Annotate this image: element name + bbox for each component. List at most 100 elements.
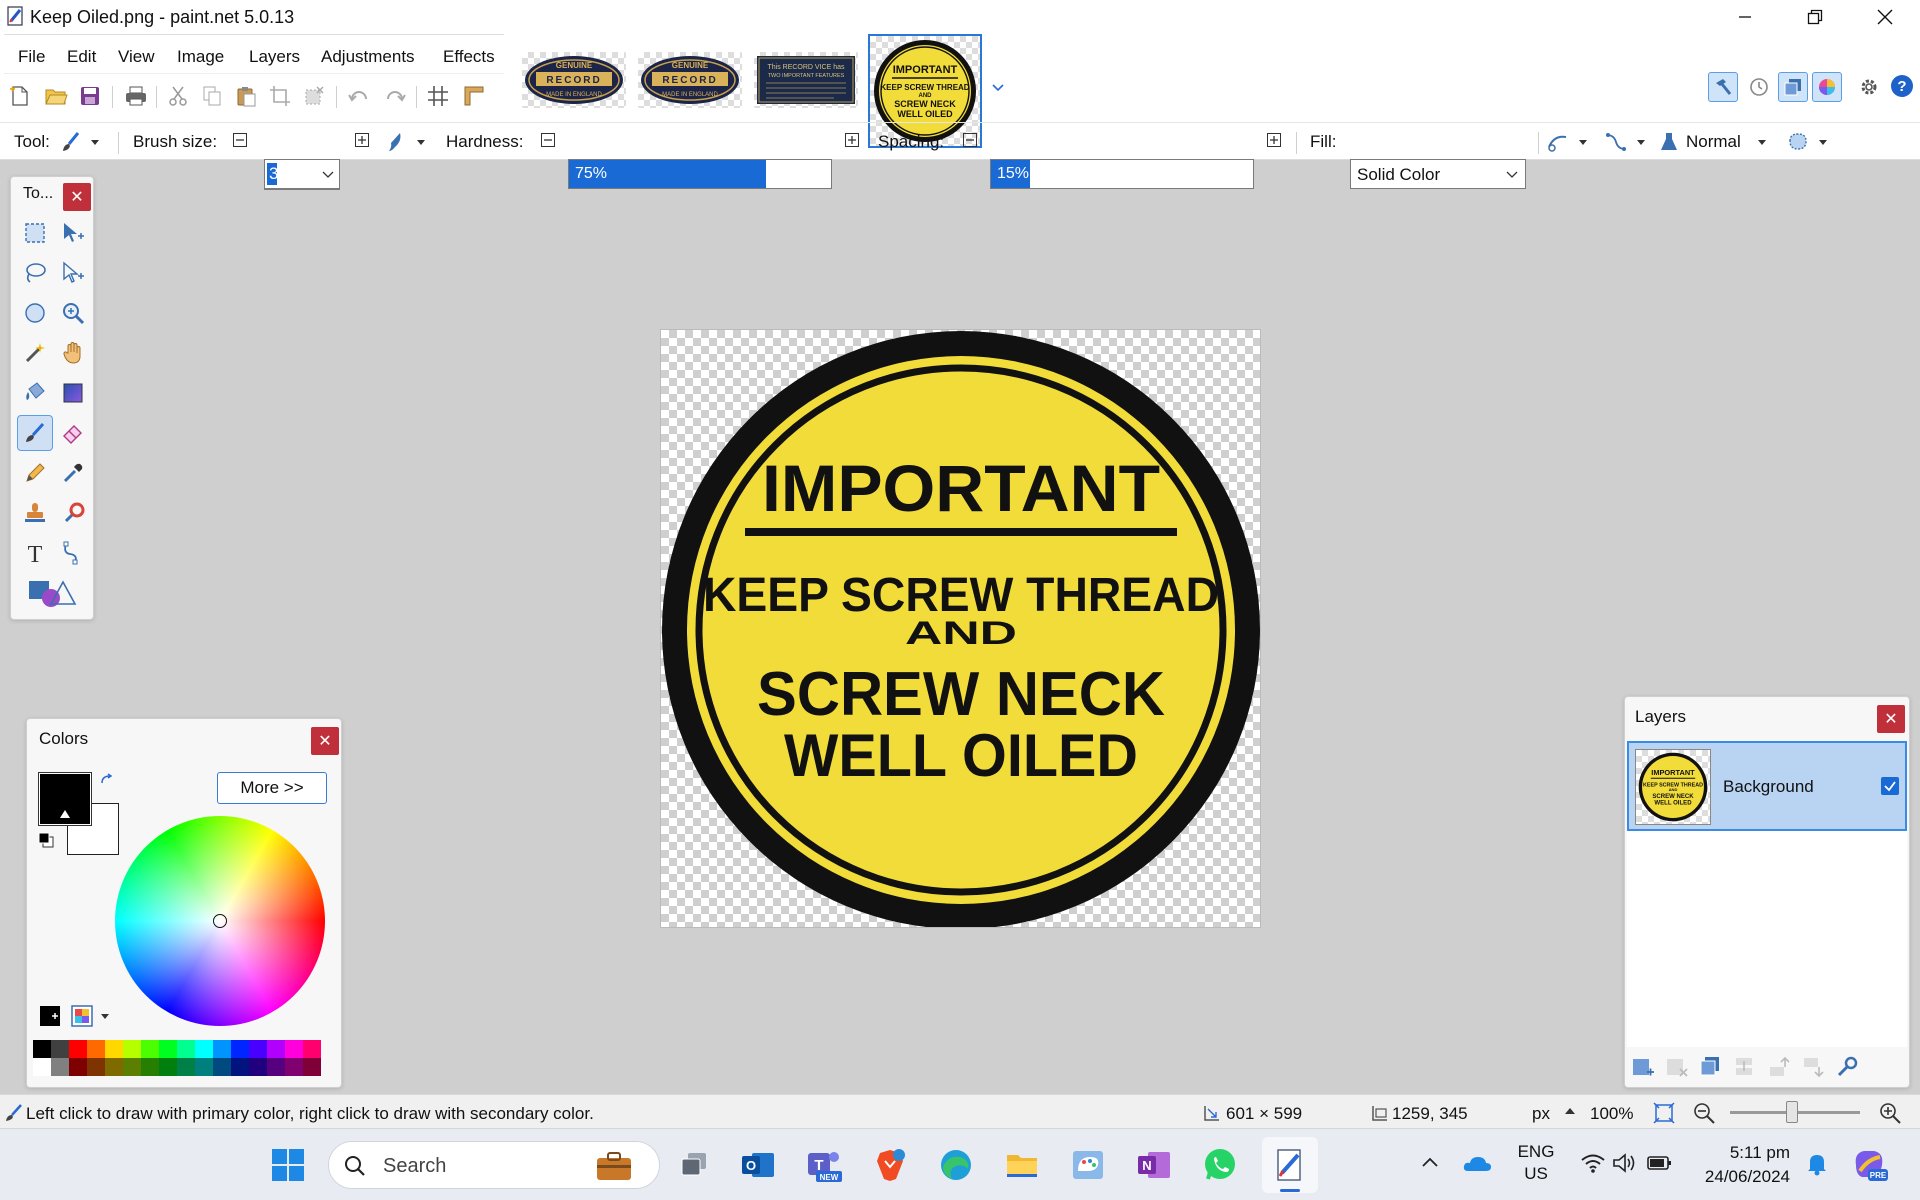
spacing-increase[interactable] xyxy=(1266,132,1282,148)
palette-swatch[interactable] xyxy=(249,1040,267,1058)
tool-eraser[interactable] xyxy=(55,415,91,451)
palette-swatch[interactable] xyxy=(69,1040,87,1058)
menu-adjustments[interactable]: Adjustments xyxy=(321,47,415,67)
palette-swatch[interactable] xyxy=(159,1040,177,1058)
tool-magic-wand[interactable] xyxy=(17,335,53,371)
tool-pan[interactable] xyxy=(55,335,91,371)
tools-window-toggle[interactable] xyxy=(1708,72,1738,102)
copy-button[interactable] xyxy=(198,82,226,110)
add-layer-icon[interactable] xyxy=(1631,1055,1655,1079)
menu-edit[interactable]: Edit xyxy=(67,47,96,67)
move-layer-down-icon[interactable] xyxy=(1801,1055,1825,1079)
layer-row[interactable]: IMPORTANT KEEP SCREW THREAD AND SCREW NE… xyxy=(1627,741,1907,831)
move-layer-up-icon[interactable] xyxy=(1767,1055,1791,1079)
tool-rectangle-select[interactable] xyxy=(17,215,53,251)
hardness-slider[interactable]: 75% xyxy=(568,159,832,189)
tool-pencil[interactable] xyxy=(17,455,53,491)
clock[interactable]: 5:11 pm 24/06/2024 xyxy=(1690,1141,1790,1189)
image-canvas[interactable]: IMPORTANT KEEP SCREW THREAD AND SCREW NE… xyxy=(660,329,1261,928)
primary-color-swatch[interactable] xyxy=(38,772,92,826)
alpha-blending-selector[interactable] xyxy=(1604,128,1654,156)
palette-swatch[interactable] xyxy=(303,1058,321,1076)
tools-panel-close-button[interactable]: ✕ xyxy=(63,183,91,211)
document-tab-keep-oiled[interactable]: IMPORTANT KEEP SCREW THREAD AND SCREW NE… xyxy=(868,34,982,148)
start-button[interactable] xyxy=(266,1143,310,1187)
menu-file[interactable]: File xyxy=(18,47,45,67)
tool-paint-bucket[interactable] xyxy=(17,375,53,411)
new-file-button[interactable] xyxy=(6,82,34,110)
palette-swatch[interactable] xyxy=(195,1040,213,1058)
language-indicator[interactable]: ENG US xyxy=(1512,1141,1560,1189)
antialiasing-selector[interactable] xyxy=(1546,128,1596,156)
palette-swatch[interactable] xyxy=(285,1040,303,1058)
hardness-increase[interactable] xyxy=(844,132,860,148)
palette-swatch[interactable] xyxy=(213,1058,231,1076)
palette-swatch[interactable] xyxy=(123,1058,141,1076)
rulers-toggle-button[interactable] xyxy=(460,82,488,110)
more-colors-button[interactable]: More >> xyxy=(217,772,327,804)
brush-size-decrease[interactable] xyxy=(232,132,248,148)
add-to-palette-button[interactable] xyxy=(39,1005,61,1027)
tool-ellipse-select[interactable] xyxy=(17,295,53,331)
palette-swatch[interactable] xyxy=(195,1058,213,1076)
reset-colors-button[interactable] xyxy=(37,831,55,849)
deselect-button[interactable] xyxy=(300,82,328,110)
tool-move-selected[interactable] xyxy=(55,255,91,291)
menu-image[interactable]: Image xyxy=(177,47,224,67)
tool-lasso-select[interactable] xyxy=(17,255,53,291)
onenote-app[interactable]: N xyxy=(1132,1143,1176,1187)
battery-tray-icon[interactable] xyxy=(1646,1151,1674,1175)
brush-type-selector[interactable] xyxy=(386,128,434,156)
settings-button[interactable] xyxy=(1854,72,1884,102)
tabs-overflow-button[interactable] xyxy=(990,80,1006,96)
palette-swatch[interactable] xyxy=(105,1058,123,1076)
palette-menu-button[interactable] xyxy=(71,1005,113,1027)
edge-browser-app[interactable] xyxy=(934,1143,978,1187)
palette-swatch[interactable] xyxy=(33,1058,51,1076)
palette-swatch[interactable] xyxy=(285,1058,303,1076)
brave-browser-app[interactable] xyxy=(868,1143,912,1187)
crop-to-selection-button[interactable] xyxy=(266,82,294,110)
merge-layer-down-icon[interactable] xyxy=(1733,1055,1757,1079)
layer-properties-icon[interactable] xyxy=(1835,1055,1859,1079)
history-window-toggle[interactable] xyxy=(1744,72,1774,102)
palette-swatch[interactable] xyxy=(177,1058,195,1076)
palette-swatch[interactable] xyxy=(87,1058,105,1076)
document-tab-record-vice-plate[interactable]: This RECORD VICE has TWO IMPORTANT FEATU… xyxy=(754,52,858,108)
tool-move-selection[interactable] xyxy=(55,215,91,251)
paintnet-taskbar-app[interactable] xyxy=(1262,1137,1318,1193)
palette-swatch[interactable] xyxy=(51,1058,69,1076)
palette-swatch[interactable] xyxy=(87,1040,105,1058)
tool-selector[interactable] xyxy=(60,128,106,156)
document-tab-genuine-record-2[interactable]: GENUINE RECORD MADE IN ENGLAND xyxy=(638,52,742,108)
colors-panel-close-button[interactable]: ✕ xyxy=(311,727,339,755)
layers-window-toggle[interactable] xyxy=(1778,72,1808,102)
palette-swatch[interactable] xyxy=(69,1058,87,1076)
swap-colors-button[interactable] xyxy=(99,773,115,789)
tool-clone-stamp[interactable] xyxy=(17,495,53,531)
blend-mode-selector[interactable]: Normal xyxy=(1658,128,1782,156)
fill-select[interactable]: Solid Color xyxy=(1350,159,1526,189)
tool-paintbrush[interactable] xyxy=(17,415,53,451)
redo-button[interactable] xyxy=(380,82,408,110)
palette-swatch[interactable] xyxy=(267,1040,285,1058)
brush-size-increase[interactable] xyxy=(354,132,370,148)
palette-swatch[interactable] xyxy=(249,1058,267,1076)
grid-toggle-button[interactable] xyxy=(424,82,452,110)
close-button[interactable] xyxy=(1850,0,1920,34)
taskbar-search-box[interactable]: Search xyxy=(328,1141,660,1189)
palette-swatch[interactable] xyxy=(105,1040,123,1058)
task-view-button[interactable] xyxy=(672,1143,716,1187)
color-wheel[interactable] xyxy=(115,816,325,1026)
palette-swatch[interactable] xyxy=(123,1040,141,1058)
palette-swatch[interactable] xyxy=(51,1040,69,1058)
tool-gradient[interactable] xyxy=(55,375,91,411)
restore-button[interactable] xyxy=(1780,0,1850,34)
tool-shapes[interactable] xyxy=(23,575,83,611)
document-tab-genuine-record-1[interactable]: GENUINE RECORD MADE IN ENGLAND xyxy=(522,52,626,108)
undo-button[interactable] xyxy=(346,82,374,110)
menu-view[interactable]: View xyxy=(118,47,155,67)
menu-layers[interactable]: Layers xyxy=(249,47,300,67)
colors-window-toggle[interactable] xyxy=(1812,72,1842,102)
file-explorer-app[interactable] xyxy=(1000,1143,1044,1187)
